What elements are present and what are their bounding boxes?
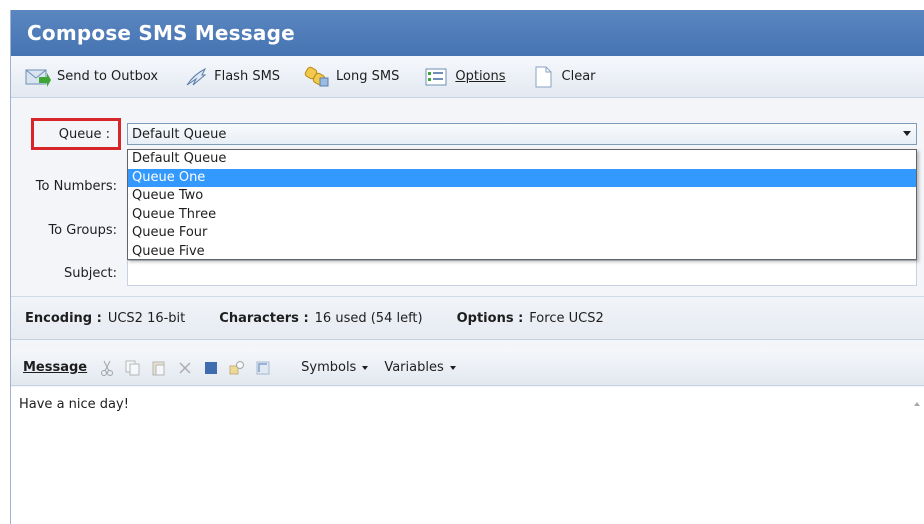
- blank-page-icon: [530, 66, 556, 88]
- flash-icon: [182, 66, 208, 88]
- delete-icon[interactable]: [177, 360, 193, 376]
- select-all-icon[interactable]: [203, 360, 219, 376]
- compose-sms-window: Compose SMS Message Send to Outbox Flash…: [10, 10, 924, 524]
- options-status: Options : Force UCS2: [456, 310, 604, 326]
- queue-select[interactable]: Default Queue: [127, 123, 917, 145]
- send-envelope-icon: [25, 66, 51, 88]
- queue-dropdown-list: Default Queue Queue One Queue Two Queue …: [127, 149, 917, 260]
- queue-label: Queue :: [31, 118, 121, 150]
- queue-option[interactable]: Queue Five: [128, 243, 916, 262]
- message-label: Message: [23, 360, 88, 375]
- clear-button[interactable]: Clear: [530, 66, 596, 88]
- characters-status: Characters : 16 used (54 left): [219, 310, 423, 326]
- subject-input[interactable]: [127, 260, 917, 286]
- chevron-down-icon: [362, 365, 369, 370]
- to-numbers-label: To Numbers:: [35, 179, 117, 194]
- chain-icon: [304, 66, 330, 88]
- flash-sms-button[interactable]: Flash SMS: [182, 66, 280, 88]
- status-bar: Encoding : UCS2 16-bit Characters : 16 u…: [11, 296, 924, 340]
- queue-option[interactable]: Queue Four: [128, 224, 916, 243]
- dropdown-arrow-icon[interactable]: [903, 131, 911, 136]
- subject-label: Subject:: [64, 266, 117, 281]
- message-form: Queue : To Numbers: To Groups: Subject: …: [11, 98, 924, 296]
- paste-icon[interactable]: [151, 360, 167, 376]
- cut-icon[interactable]: [99, 360, 115, 376]
- message-toolbar: Message Symbols Variables: [11, 350, 924, 386]
- scroll-up-icon[interactable]: [914, 402, 920, 406]
- options-button[interactable]: Options: [423, 66, 506, 88]
- variables-menu[interactable]: Variables: [384, 360, 456, 375]
- title-bar: Compose SMS Message: [11, 10, 924, 56]
- message-scrollbar[interactable]: [910, 387, 924, 524]
- long-sms-button[interactable]: Long SMS: [304, 66, 399, 88]
- send-to-outbox-button[interactable]: Send to Outbox: [25, 66, 158, 88]
- queue-option[interactable]: Queue Two: [128, 187, 916, 206]
- queue-option[interactable]: Default Queue: [128, 150, 916, 169]
- insert-icon[interactable]: [255, 360, 271, 376]
- window-title: Compose SMS Message: [27, 21, 295, 45]
- toolbar: Send to Outbox Flash SMS Long SMS Option…: [11, 56, 924, 98]
- message-body-input[interactable]: Have a nice day!: [11, 387, 924, 524]
- find-icon[interactable]: [229, 360, 245, 376]
- queue-option-highlighted[interactable]: Queue One: [128, 168, 916, 187]
- queue-option[interactable]: Queue Three: [128, 206, 916, 225]
- chevron-down-icon: [449, 365, 456, 370]
- encoding-status: Encoding : UCS2 16-bit: [25, 310, 186, 326]
- to-groups-label: To Groups:: [48, 223, 117, 238]
- symbols-menu[interactable]: Symbols: [301, 360, 369, 375]
- copy-icon[interactable]: [125, 360, 141, 376]
- options-list-icon: [423, 66, 449, 88]
